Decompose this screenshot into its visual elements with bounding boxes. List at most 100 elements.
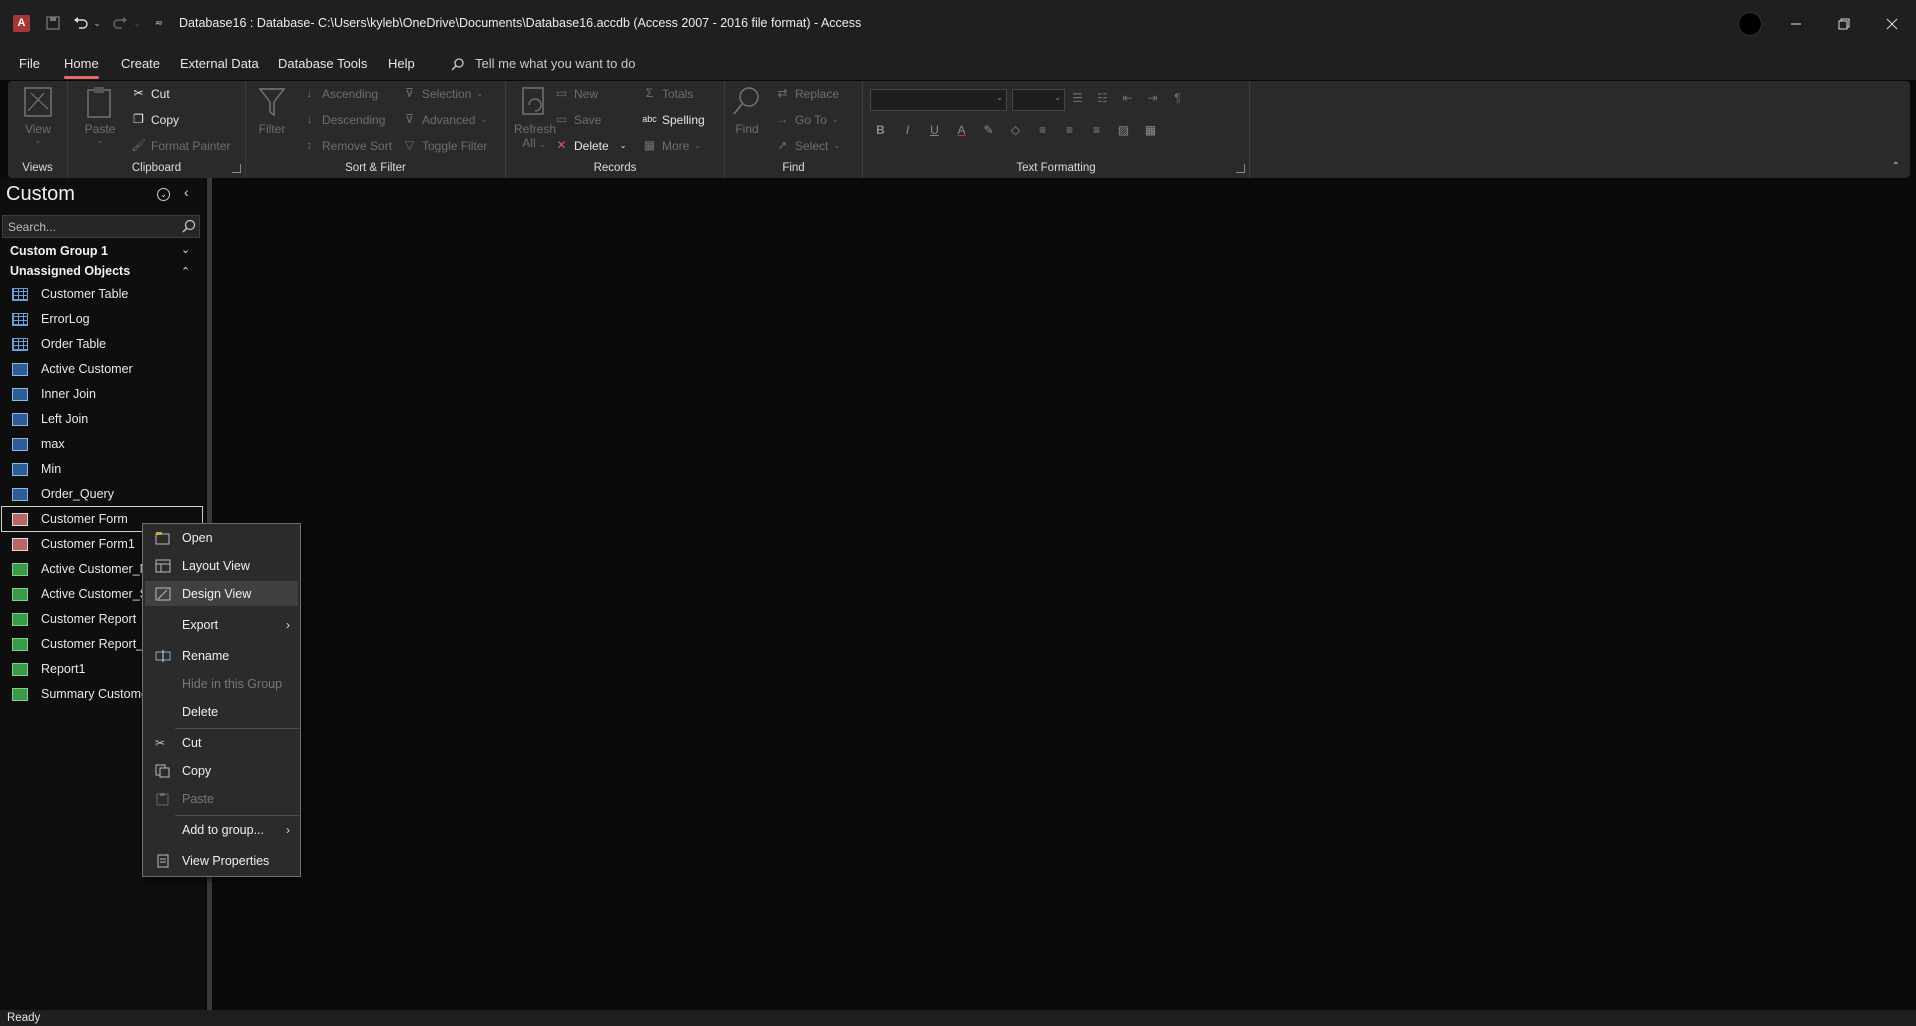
nav-item-order-query[interactable]: Order_Query [2,482,202,506]
nav-pane-title[interactable]: Custom [6,183,75,206]
blank-icon [155,677,171,691]
totals-button[interactable]: Σ Totals [642,86,694,101]
tab-file[interactable]: File [19,54,40,73]
nav-item-min[interactable]: Min [2,457,202,481]
tell-me-search[interactable]: Tell me what you want to do [451,56,635,71]
save-icon[interactable] [44,12,62,34]
spelling-button[interactable]: abc Spelling [642,112,704,127]
nav-item-inner-join[interactable]: Inner Join [2,382,202,406]
advanced-button[interactable]: ⊽ Advanced ⌄ [402,112,487,127]
highlight-icon[interactable]: ✎ [981,123,996,138]
bold-button[interactable]: B [873,123,888,138]
align-right-icon[interactable]: ≡ [1089,123,1104,138]
ctx-rename[interactable]: Rename [145,643,298,668]
background-image-icon[interactable]: ▨ [1116,123,1131,138]
nav-search-box[interactable]: Search... [2,215,200,238]
blank-icon [155,705,171,719]
increase-indent-icon[interactable]: ⇥ [1145,91,1160,106]
lightbulb-search-icon [451,57,464,70]
decrease-indent-icon[interactable]: ⇤ [1120,91,1135,106]
numbering-icon[interactable]: ☷ [1095,91,1110,106]
chevron-up-icon[interactable]: ⌃ [181,265,190,278]
undo-icon[interactable] [71,12,91,34]
replace-button[interactable]: ⇄ Replace [775,86,839,101]
underline-button[interactable]: U [927,123,942,138]
ctx-open[interactable]: Open [145,525,298,550]
selection-button[interactable]: ⊽ Selection ⌄ [402,86,483,101]
tab-create[interactable]: Create [121,54,160,73]
user-avatar[interactable] [1738,12,1762,36]
format-painter-button[interactable]: 🖌 Format Painter [131,138,230,153]
nav-item-customer-table[interactable]: Customer Table [2,282,202,306]
report-icon [12,587,28,601]
ctx-add-to-group[interactable]: Add to group... › [145,817,298,842]
customize-qat-icon[interactable]: ≂ [152,12,166,34]
tab-home[interactable]: Home [64,54,99,79]
restore-icon[interactable] [1820,0,1868,47]
shutter-bar-close-icon[interactable]: ‹ [184,184,189,200]
remove-sort-button[interactable]: ↕ Remove Sort [302,138,393,153]
minimize-icon[interactable] [1772,0,1820,47]
ascending-button[interactable]: ↓ Ascending [302,86,379,101]
clipboard-launcher-icon[interactable] [232,164,241,173]
ctx-design-view[interactable]: Design View [145,581,298,606]
cut-button[interactable]: ✂ Cut [131,86,169,101]
records-group-label: Records [593,162,637,174]
ctx-copy[interactable]: Copy [145,758,298,783]
submenu-arrow-icon: › [286,822,290,837]
ctx-delete[interactable]: Delete [145,699,298,724]
sort-filter-group: Filter ↓ Ascending ↓ Descending ↕ Remove So… [246,81,506,178]
font-color-icon[interactable]: A [954,123,969,138]
nav-search-input[interactable]: Search... [8,220,56,234]
more-button[interactable]: ▦ More ⌄ [642,138,701,153]
view-button[interactable]: View ⌄ [20,85,56,145]
font-name-combo[interactable]: ⌄ [870,89,1007,111]
refresh-all-button[interactable]: Refresh All ⌄ [514,85,556,150]
copy-button[interactable]: ❐ Copy [131,112,179,127]
nav-item-max[interactable]: max [2,432,202,456]
delete-record-button[interactable]: ✕ Delete ⌄ [554,138,626,153]
save-record-button[interactable]: ▭ Save [554,112,602,127]
toggle-filter-button[interactable]: ▽ Toggle Filter [402,138,488,153]
ctx-layout-view[interactable]: Layout View [145,553,298,578]
goto-button[interactable]: → Go To ⌄ [775,112,839,127]
descending-button[interactable]: ↓ Descending [302,112,386,127]
paste-button[interactable]: Paste ⌄ [82,85,118,145]
select-button[interactable]: ➚ Select ⌄ [775,138,840,153]
find-button[interactable]: Find [729,85,765,136]
nav-group-unassigned-objects[interactable]: Unassigned Objects [10,264,130,278]
collapse-ribbon-icon[interactable]: ⌃ [1892,161,1900,172]
undo-dropdown-icon[interactable]: ⌄ [92,12,102,34]
chevron-down-icon[interactable]: ⌄ [181,243,190,256]
paragraph-direction-icon[interactable]: ¶ [1170,91,1185,106]
ctx-paste[interactable]: Paste [145,786,298,811]
nav-item-left-join[interactable]: Left Join [2,407,202,431]
nav-group-custom-group-1[interactable]: Custom Group 1 [10,244,108,258]
ctx-view-properties[interactable]: View Properties [145,848,298,873]
nav-item-order-table[interactable]: Order Table [2,332,202,356]
font-size-combo[interactable]: ⌄ [1012,89,1065,111]
close-icon[interactable] [1868,0,1916,47]
fill-color-icon[interactable]: ◇ [1008,123,1023,138]
tab-help[interactable]: Help [388,54,415,73]
nav-item-active-customer[interactable]: Active Customer [2,357,202,381]
italic-button[interactable]: I [900,123,915,138]
new-record-button[interactable]: ▭ New [554,86,598,101]
form-icon [12,512,28,526]
nav-menu-dropdown-icon[interactable]: ⌄ [157,188,170,201]
ctx-cut[interactable]: ✂ Cut [145,730,298,755]
filter-button[interactable]: Filter [256,85,288,136]
align-left-icon[interactable]: ≡ [1035,123,1050,138]
redo-dropdown-icon[interactable]: ⌄ [132,12,142,34]
ctx-hide-in-group[interactable]: Hide in this Group [145,671,298,696]
gridlines-icon[interactable]: ▦ [1143,123,1158,138]
tab-external-data[interactable]: External Data [180,54,259,73]
tab-database-tools[interactable]: Database Tools [278,54,367,73]
bullets-icon[interactable]: ☰ [1070,91,1085,106]
redo-icon[interactable] [110,12,130,34]
ctx-export[interactable]: Export › [145,612,298,637]
text-formatting-launcher-icon[interactable] [1236,164,1245,173]
nav-item-errorlog[interactable]: ErrorLog [2,307,202,331]
align-center-icon[interactable]: ≡ [1062,123,1077,138]
search-icon[interactable] [182,219,196,233]
